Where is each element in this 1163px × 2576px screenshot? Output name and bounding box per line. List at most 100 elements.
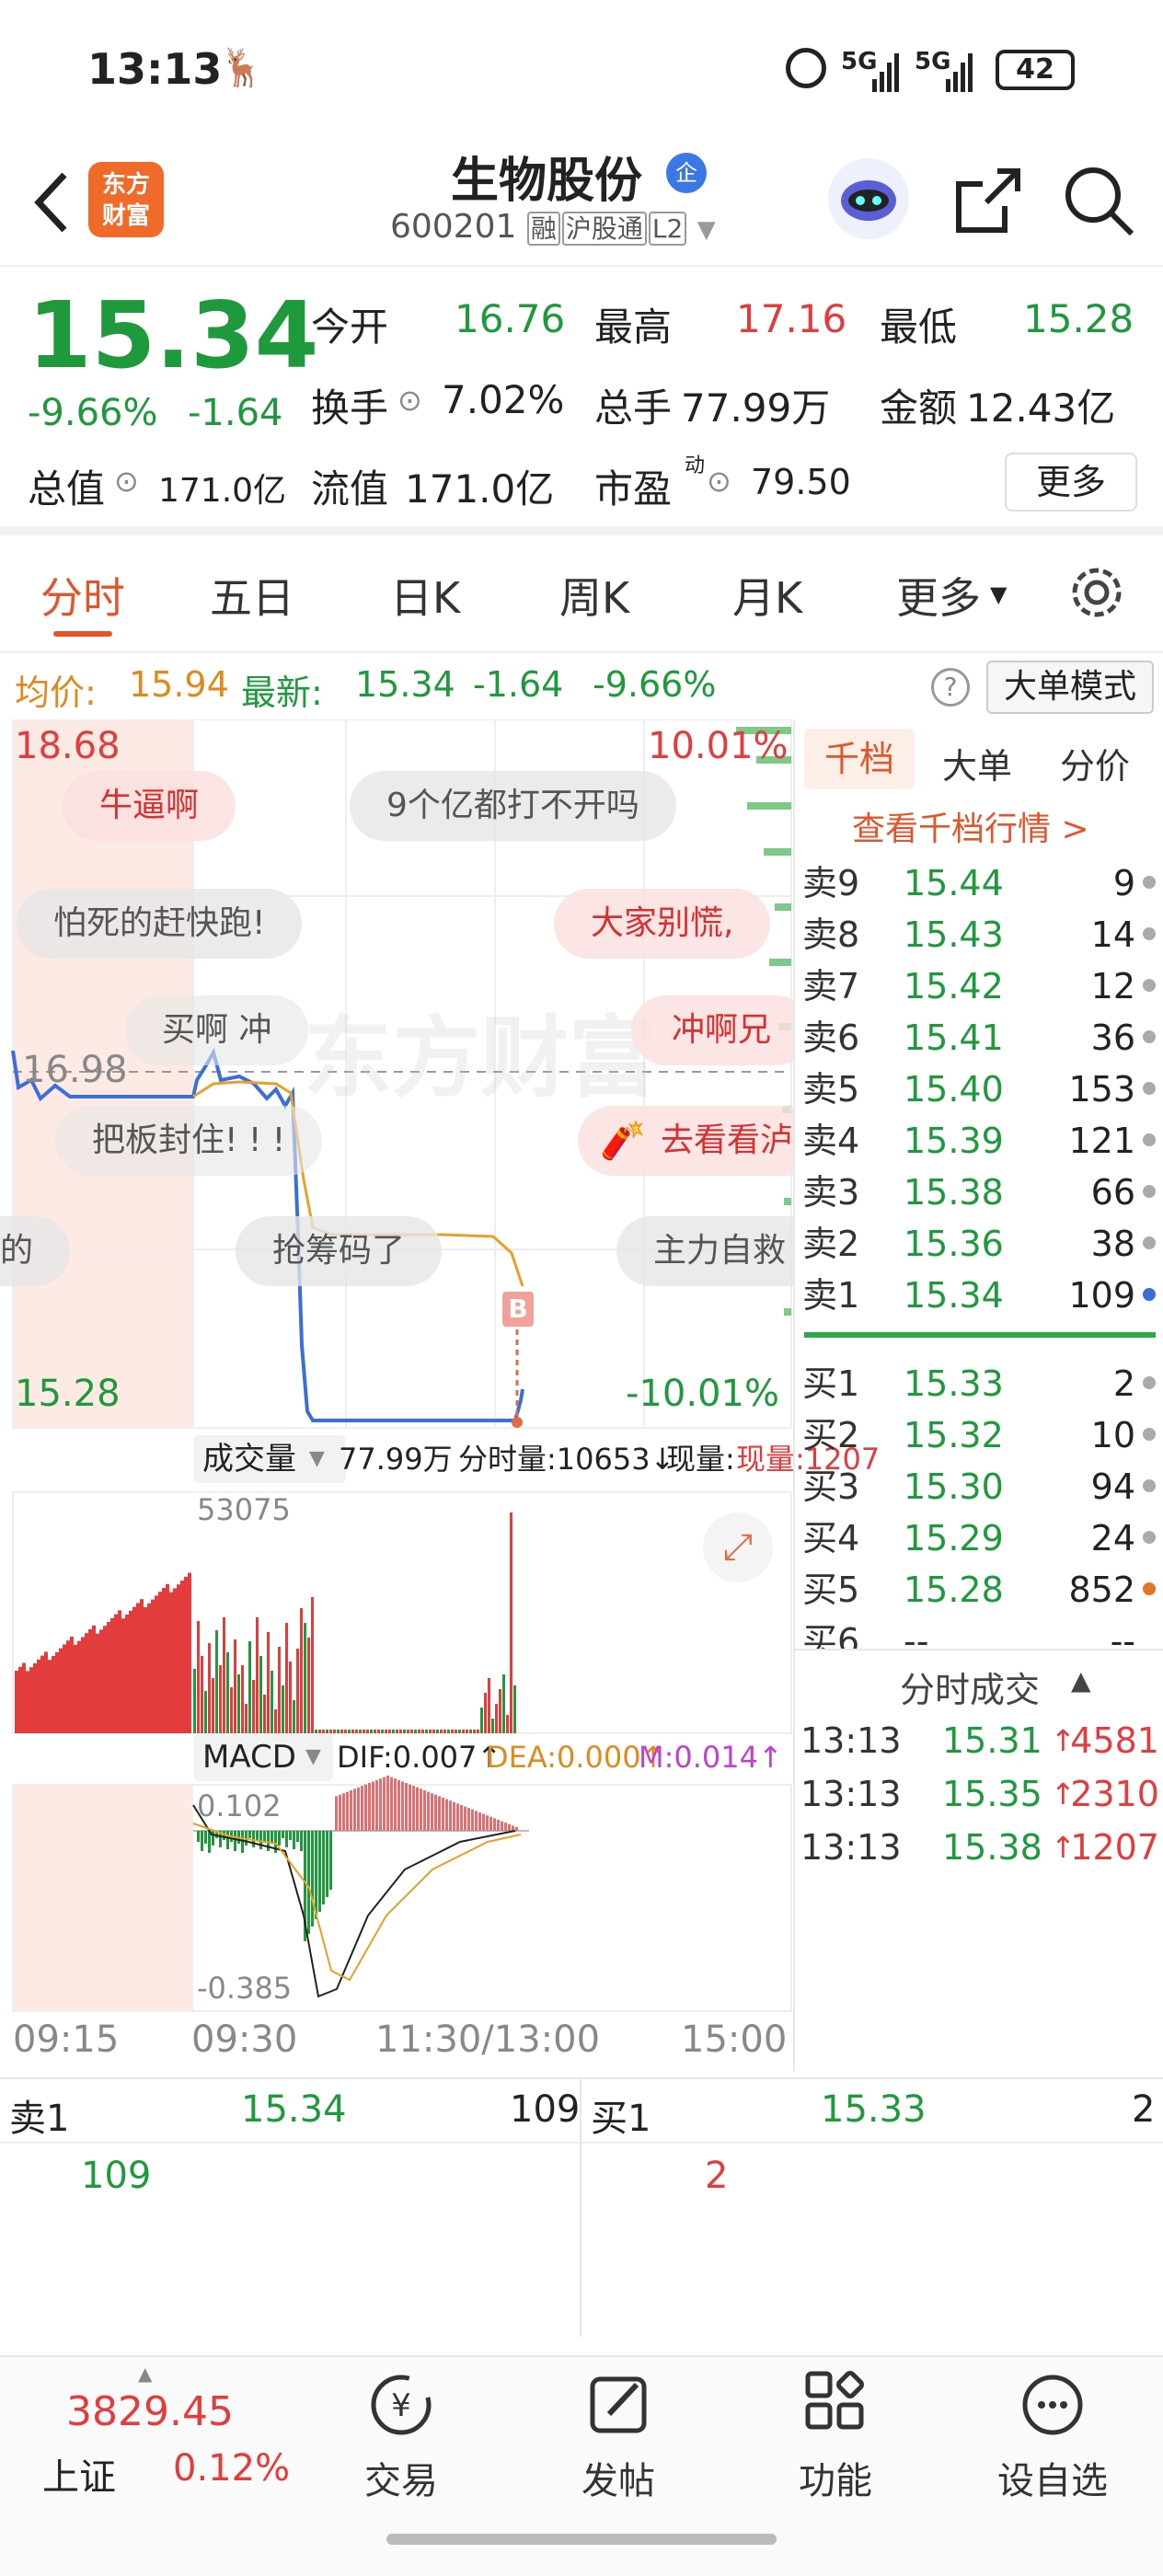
macd-histogram-bar	[512, 1825, 514, 1831]
ask-row[interactable]: 卖3 15.38 66	[795, 1167, 1163, 1218]
volume-bar	[300, 1608, 303, 1733]
comment-bubble[interactable]: 怕死的赶快跑!	[17, 889, 303, 959]
volume-bar	[296, 1649, 299, 1733]
tab-depth[interactable]: 千档	[804, 729, 915, 789]
macd-histogram-bar	[204, 1831, 207, 1844]
back-icon[interactable]	[24, 166, 79, 239]
comment-clip: 的	[0, 1216, 83, 1286]
volume-bar	[88, 1629, 92, 1733]
svg-text:¥: ¥	[391, 2387, 411, 2424]
ask-row[interactable]: 卖5 15.40 153	[795, 1064, 1163, 1115]
tab-intraday[interactable]: 分时	[40, 565, 125, 626]
margin-tag: 融	[526, 212, 560, 246]
bid-row[interactable]: 买3 15.30 94	[795, 1461, 1163, 1512]
ask-row[interactable]: 卖4 15.39 121	[795, 1115, 1163, 1167]
sell1-price: 15.34	[241, 2088, 347, 2131]
ask-row[interactable]: 卖6 15.41 36	[795, 1012, 1163, 1064]
ticks-title[interactable]: 分时成交	[900, 1662, 1040, 1712]
comment-bubble[interactable]: 把板封住! ! !	[55, 1106, 323, 1176]
nav-post[interactable]: 发帖	[545, 2368, 692, 2504]
volume-bar	[484, 1693, 487, 1733]
bid-row[interactable]: 买4 15.29 24	[795, 1512, 1163, 1564]
nav-watchlist[interactable]: 设自选	[979, 2368, 1126, 2504]
nav-watchlist-label: 设自选	[997, 2460, 1108, 2502]
volume-bar	[26, 1671, 29, 1733]
info-icon[interactable]: ⊙	[707, 464, 731, 499]
comment-bubble[interactable]: 大家别慌,	[554, 889, 771, 959]
macd-histogram-bar	[282, 1831, 284, 1838]
bid-row[interactable]: 买2 15.32 10	[795, 1409, 1163, 1461]
volume-minute: 分时量:10653↓	[458, 1442, 675, 1477]
tab-five-day[interactable]: 五日	[210, 565, 294, 626]
turnover-value: 7.02%	[442, 377, 565, 422]
buy1-label: 买1	[591, 2098, 651, 2140]
macd-histogram-bar	[293, 1831, 295, 1849]
ask-row[interactable]: 卖2 15.36 38	[795, 1218, 1163, 1270]
volume-bar	[37, 1659, 40, 1733]
ask-row[interactable]: 卖7 15.42 12	[795, 960, 1163, 1012]
comment-bubble[interactable]: 牛逼啊	[63, 771, 236, 841]
tab-more[interactable]: 更多	[896, 565, 981, 626]
bid-price: 15.29	[904, 1518, 1004, 1558]
help-icon[interactable]: ?	[931, 668, 970, 707]
index-value[interactable]: 3829.45	[66, 2388, 234, 2435]
volume-header: 成交量 ▼ 77.99万 分时量:10653↓ 现量: 现量:1207	[13, 1432, 880, 1487]
volume-bar	[92, 1625, 96, 1733]
ask-row[interactable]: 卖1 15.34 109	[795, 1270, 1163, 1321]
ask-volume: 36	[1090, 1018, 1135, 1058]
macd-histogram-bar	[416, 1787, 419, 1831]
nav-functions[interactable]: 功能	[762, 2368, 909, 2504]
bid-level-label: 买3	[802, 1466, 860, 1507]
macd-histogram-bar	[208, 1831, 211, 1853]
more-button[interactable]: 更多	[1005, 453, 1137, 512]
nav-trade[interactable]: ¥ 交易	[328, 2368, 475, 2504]
tab-monthly-k[interactable]: 月K	[732, 565, 802, 626]
macd-histogram-bar	[339, 1794, 341, 1831]
bid-row[interactable]: 买1 15.33 2	[795, 1358, 1163, 1409]
macd-histogram-bar	[453, 1801, 455, 1831]
trade-icon: ¥	[371, 2375, 432, 2435]
ticks-collapse-icon[interactable]: ▲	[1071, 1665, 1091, 1696]
comment-bubble[interactable]: 主力自救	[616, 1216, 793, 1286]
macd-histogram-bar	[482, 1813, 485, 1831]
ask-volume: 12	[1090, 966, 1135, 1006]
expand-icon[interactable]: ⤢	[703, 1512, 773, 1582]
tab-price-dist[interactable]: 分价	[1060, 738, 1130, 788]
buy-queue-item: 2	[705, 2155, 729, 2197]
ask-row[interactable]: 卖8 15.43 14	[795, 909, 1163, 960]
ask-price: 15.36	[904, 1224, 1004, 1264]
search-icon[interactable]	[1060, 162, 1137, 239]
comment-bubble[interactable]: 9个亿都打不开吗	[350, 771, 676, 841]
tab-weekly-k[interactable]: 周K	[559, 565, 629, 626]
macd-histogram-bar	[405, 1783, 408, 1831]
comment-bubble[interactable]: 买啊 冲	[125, 995, 309, 1065]
macd-histogram-bar	[409, 1784, 411, 1831]
bid-volume: 94	[1090, 1466, 1135, 1507]
volume-value: 77.99万	[681, 385, 831, 431]
tab-big-orders[interactable]: 大单	[942, 738, 1012, 788]
share-icon[interactable]	[951, 164, 1025, 237]
ask-price: 15.41	[904, 1018, 1004, 1058]
buy-marker-badge[interactable]: B	[502, 1292, 534, 1327]
ask-row[interactable]: 卖9 15.44 9	[795, 857, 1163, 909]
info-icon[interactable]: ⊙	[114, 464, 139, 499]
comment-bubble[interactable]: 的	[0, 1216, 71, 1286]
dropdown-icon[interactable]: ▼	[697, 216, 716, 244]
index-expand-icon[interactable]: ▲	[138, 2363, 152, 2385]
comment-bubble[interactable]: 冲啊兄	[631, 995, 793, 1065]
logo-line2: 财富	[101, 202, 150, 230]
info-icon[interactable]: ⊙	[397, 383, 422, 418]
tab-daily-k[interactable]: 日K	[390, 565, 460, 626]
view-depth-link[interactable]: 查看千档行情 >	[852, 802, 1089, 850]
macd-histogram-bar	[364, 1784, 367, 1831]
gesture-bar[interactable]	[386, 2534, 777, 2545]
bid-row[interactable]: 买5 15.28 852	[795, 1564, 1163, 1616]
order-dot-icon	[1143, 1376, 1156, 1389]
volume-bar	[510, 1512, 512, 1733]
big-order-mode-button[interactable]: 大单模式	[986, 661, 1154, 714]
assistant-avatar-icon[interactable]	[828, 158, 909, 239]
bid-row[interactable]: 买6 -- --	[795, 1616, 1163, 1649]
comment-bubble[interactable]: 抢筹码了	[236, 1216, 443, 1286]
settings-gear-icon[interactable]	[1067, 563, 1126, 622]
bid-volume: 24	[1090, 1518, 1135, 1558]
